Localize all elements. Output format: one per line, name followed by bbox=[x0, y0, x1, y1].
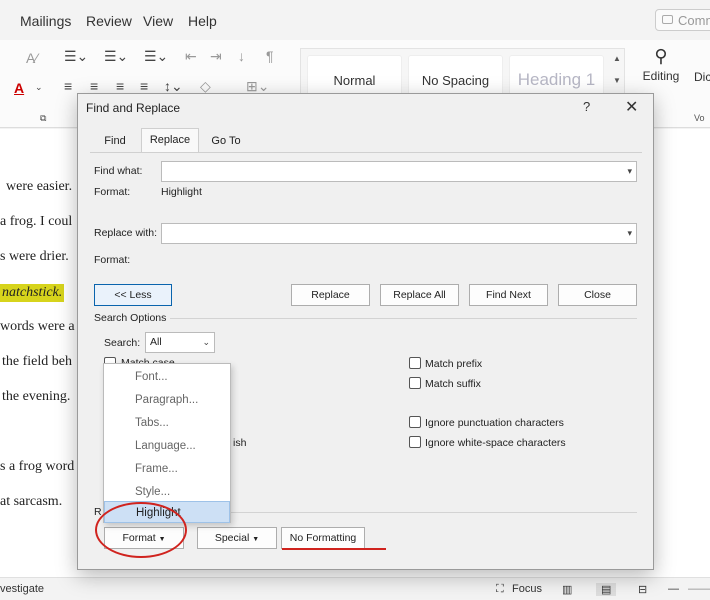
align-left-icon[interactable]: ≡ bbox=[64, 78, 72, 94]
doc-line: the evening. bbox=[2, 389, 71, 404]
status-accessibility[interactable]: vestigate bbox=[0, 583, 44, 595]
search-direction-value: All bbox=[150, 336, 162, 348]
replace-format-label: Format: bbox=[94, 254, 131, 266]
tab-help[interactable]: Help bbox=[188, 13, 217, 29]
no-formatting-button[interactable]: No Formatting bbox=[281, 527, 365, 549]
focus-button[interactable]: Focus bbox=[512, 583, 542, 595]
print-layout-icon[interactable]: ▤ bbox=[596, 583, 617, 596]
match-prefix-checkbox[interactable] bbox=[409, 357, 421, 369]
tab-find[interactable]: Find bbox=[94, 130, 136, 152]
annotation-underline bbox=[282, 548, 386, 550]
find-what-input[interactable]: ▾ bbox=[161, 161, 637, 182]
close-icon[interactable]: ✕ bbox=[625, 97, 638, 117]
caret-down-icon: ▼ bbox=[252, 536, 260, 543]
pilcrow-icon[interactable]: ¶ bbox=[266, 48, 274, 64]
doc-line: a frog. I coul bbox=[0, 214, 73, 229]
tab-goto-label: Go To bbox=[211, 135, 241, 147]
annotation-circle bbox=[95, 502, 187, 558]
read-mode-icon[interactable]: ▥ bbox=[562, 583, 572, 596]
ignore-whitespace-label: Ignore white-space characters bbox=[425, 437, 566, 449]
doc-line: the field beh bbox=[2, 354, 72, 369]
menu-item-font[interactable]: Font... bbox=[104, 366, 230, 388]
less-button[interactable]: << Less bbox=[94, 284, 172, 306]
tab-goto[interactable]: Go To bbox=[203, 130, 249, 152]
menu-item-frame[interactable]: Frame... bbox=[104, 458, 230, 480]
replace-all-button[interactable]: Replace All bbox=[380, 284, 459, 306]
tab-replace[interactable]: Replace bbox=[141, 128, 199, 152]
clear-format-icon[interactable]: A⁄ bbox=[26, 50, 38, 66]
decrease-indent-icon[interactable]: ⇤ bbox=[185, 48, 197, 65]
ignore-punctuation-label: Ignore punctuation characters bbox=[425, 417, 564, 429]
web-layout-icon[interactable]: ⊟ bbox=[638, 583, 647, 596]
doc-line: s a frog word bbox=[0, 459, 75, 474]
gallery-up-icon[interactable]: ▲ bbox=[609, 48, 625, 70]
doc-line: at sarcasm. bbox=[0, 494, 63, 509]
font-color-icon[interactable]: A bbox=[14, 80, 24, 96]
tab-mailings[interactable]: Mailings bbox=[20, 13, 71, 29]
tab-review[interactable]: Review bbox=[86, 13, 132, 29]
comments-label: Comm bbox=[678, 13, 710, 28]
search-direction-select[interactable]: All ⌄ bbox=[145, 332, 215, 353]
increase-indent-icon[interactable]: ⇥ bbox=[210, 48, 222, 65]
dialog-title: Find and Replace bbox=[86, 101, 181, 115]
tab-find-label: Find bbox=[104, 135, 126, 147]
align-right-icon[interactable]: ≡ bbox=[116, 78, 124, 94]
gallery-down-icon[interactable]: ▼ bbox=[609, 70, 625, 92]
replace-with-label: Replace with: bbox=[94, 227, 158, 239]
doc-line: s were drier. bbox=[0, 249, 69, 264]
chevron-down-icon[interactable]: ▾ bbox=[627, 228, 632, 239]
tab-replace-label: Replace bbox=[149, 134, 191, 146]
editing-button[interactable]: ⚲ Editing bbox=[640, 46, 682, 83]
chevron-down-icon[interactable]: ⌄ bbox=[202, 337, 210, 348]
editing-label: Editing bbox=[642, 69, 680, 83]
close-button[interactable]: Close bbox=[558, 284, 637, 306]
find-what-label: Find what: bbox=[94, 165, 143, 177]
tab-view[interactable]: View bbox=[143, 13, 173, 29]
search-direction-label: Search: bbox=[104, 337, 141, 349]
status-bar: vestigate ⛶ Focus ▥ ▤ ⊟ — ——— bbox=[0, 577, 710, 600]
sort-icon[interactable]: ↓ bbox=[238, 48, 245, 64]
option-label-partial: ish bbox=[233, 437, 247, 449]
find-format-value: Highlight bbox=[161, 186, 202, 198]
find-format-label: Format: bbox=[94, 186, 131, 198]
ignore-whitespace-checkbox[interactable] bbox=[409, 436, 421, 448]
align-center-icon[interactable]: ≡ bbox=[90, 78, 98, 94]
numbering-icon[interactable]: ☰⌄ bbox=[104, 48, 128, 65]
zoom-slider[interactable]: ——— bbox=[688, 583, 710, 595]
doc-line: were easier. bbox=[6, 179, 73, 194]
doc-line-highlighted: natchstick. bbox=[0, 284, 65, 302]
match-suffix-label: Match suffix bbox=[425, 378, 481, 390]
comments-button[interactable]: Comm bbox=[655, 9, 710, 31]
format-menu: Font... Paragraph... Tabs... Language...… bbox=[103, 363, 231, 523]
help-icon[interactable]: ? bbox=[583, 99, 590, 114]
ignore-punctuation-checkbox[interactable] bbox=[409, 416, 421, 428]
doc-line: words were a bbox=[0, 319, 75, 334]
font-dialog-launcher-icon[interactable]: ⧉ bbox=[40, 113, 46, 124]
search-options-label: Search Options bbox=[94, 312, 167, 324]
menu-item-language[interactable]: Language... bbox=[104, 435, 230, 457]
focus-icon[interactable]: ⛶ bbox=[496, 583, 504, 596]
menu-item-tabs[interactable]: Tabs... bbox=[104, 412, 230, 434]
ribbon-tab-bar: Mailings Review View Help Comm bbox=[0, 0, 710, 40]
font-color-dropdown-icon[interactable]: ⌄ bbox=[35, 82, 43, 93]
comment-icon bbox=[662, 15, 673, 24]
bullets-icon[interactable]: ☰⌄ bbox=[64, 48, 88, 65]
dictate-label[interactable]: Dic bbox=[694, 70, 710, 84]
match-suffix-checkbox[interactable] bbox=[409, 377, 421, 389]
multilevel-list-icon[interactable]: ☰⌄ bbox=[144, 48, 168, 65]
search-icon: ⚲ bbox=[654, 46, 668, 66]
find-next-button[interactable]: Find Next bbox=[469, 284, 548, 306]
voice-group-label: Vo bbox=[694, 113, 705, 123]
replace-with-input[interactable]: ▾ bbox=[161, 223, 637, 244]
zoom-out-icon[interactable]: — bbox=[668, 583, 679, 595]
menu-item-paragraph[interactable]: Paragraph... bbox=[104, 389, 230, 411]
justify-icon[interactable]: ≡ bbox=[140, 78, 148, 94]
chevron-down-icon[interactable]: ▾ bbox=[627, 166, 632, 177]
special-button[interactable]: Special ▼ bbox=[197, 527, 277, 549]
replace-button[interactable]: Replace bbox=[291, 284, 370, 306]
separator bbox=[170, 318, 637, 319]
special-button-label: Special bbox=[214, 532, 250, 544]
menu-item-style[interactable]: Style... bbox=[104, 481, 230, 503]
match-prefix-label: Match prefix bbox=[425, 358, 483, 370]
